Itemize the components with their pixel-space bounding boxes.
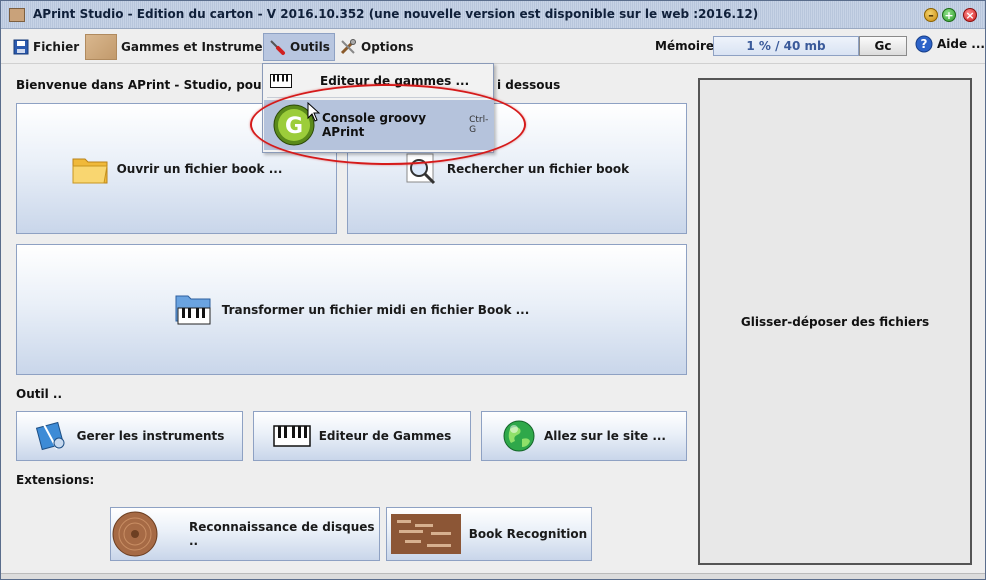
svg-text:G: G bbox=[285, 114, 303, 139]
drop-zone-label: Glisser-déposer des fichiers bbox=[740, 314, 930, 329]
gc-button[interactable]: Gc bbox=[859, 36, 907, 56]
memory-indicator: 1 % / 40 mb bbox=[713, 36, 859, 56]
svg-text:?: ? bbox=[921, 37, 928, 51]
welcome-text-tail: i dessous bbox=[497, 78, 561, 92]
midi-folder-icon bbox=[175, 295, 211, 324]
book-scan-icon bbox=[390, 514, 461, 554]
menu-options[interactable]: Options bbox=[335, 33, 418, 61]
menu-outils[interactable]: Outils bbox=[263, 33, 335, 61]
mouse-cursor-icon bbox=[307, 102, 321, 122]
cardboard-icon bbox=[85, 34, 117, 60]
piano-icon bbox=[272, 425, 311, 447]
globe-icon bbox=[503, 420, 535, 452]
book-recognition-label: Book Recognition bbox=[468, 527, 588, 541]
tools-section-heading: Outil .. bbox=[16, 387, 63, 401]
menu-gammes[interactable]: Gammes et Instruments bbox=[81, 33, 288, 61]
screwdriver-icon bbox=[270, 40, 285, 55]
menu-outils-label: Outils bbox=[290, 40, 330, 54]
menu-fichier-label: Fichier bbox=[33, 40, 80, 54]
scale-editor-button[interactable]: Editeur de Gammes bbox=[253, 411, 471, 461]
search-book-label: Rechercher un fichier book bbox=[446, 161, 630, 176]
floppy-disk-icon bbox=[13, 39, 29, 55]
menuitem-groovy-shortcut: Ctrl-G bbox=[469, 115, 489, 135]
menu-gammes-label: Gammes et Instruments bbox=[121, 40, 284, 54]
folder-icon bbox=[72, 158, 108, 183]
instrument-icon bbox=[35, 421, 65, 451]
close-button[interactable]: × bbox=[963, 8, 977, 22]
tools-icon bbox=[340, 39, 356, 55]
file-drop-zone[interactable]: Glisser-déposer des fichiers bbox=[698, 78, 972, 565]
minimize-button[interactable]: – bbox=[924, 8, 938, 22]
menuitem-groovy-console-label: Console groovy APrint bbox=[322, 111, 427, 139]
piano-small-icon bbox=[270, 74, 292, 88]
outils-dropdown-menu: Editeur de gammes ... G Console groovy A… bbox=[262, 63, 494, 153]
menuitem-groovy-console[interactable]: G Console groovy APrint Ctrl-G bbox=[264, 100, 494, 150]
website-label: Allez sur le site ... bbox=[543, 429, 666, 443]
magnifier-icon bbox=[406, 153, 435, 184]
menu-options-label: Options bbox=[361, 40, 414, 54]
menu-fichier[interactable]: Fichier bbox=[9, 33, 83, 61]
disc-recognition-label: Reconnaissance de disques .. bbox=[189, 520, 375, 548]
disc-icon bbox=[112, 511, 158, 557]
website-button[interactable]: Allez sur le site ... bbox=[481, 411, 687, 461]
midi-to-book-button[interactable]: Transformer un fichier midi en fichier B… bbox=[16, 244, 687, 375]
menu-bar: Fichier Gammes et Instruments Outils Opt… bbox=[1, 30, 985, 64]
menuitem-scale-editor[interactable]: Editeur de gammes ... bbox=[264, 66, 494, 96]
window-title: APrint Studio - Edition du carton - V 20… bbox=[33, 7, 759, 21]
extensions-section-heading: Extensions: bbox=[16, 473, 95, 487]
app-window: APrint Studio - Edition du carton - V 20… bbox=[0, 0, 986, 580]
scale-editor-label: Editeur de Gammes bbox=[318, 429, 452, 443]
title-bar[interactable]: APrint Studio - Edition du carton - V 20… bbox=[1, 1, 985, 29]
app-icon bbox=[9, 8, 25, 22]
help-button[interactable]: ? Aide ... bbox=[915, 35, 985, 53]
midi-to-book-label: Transformer un fichier midi en fichier B… bbox=[221, 302, 530, 317]
manage-instruments-label: Gerer les instruments bbox=[76, 429, 225, 443]
manage-instruments-button[interactable]: Gerer les instruments bbox=[16, 411, 243, 461]
open-book-label: Ouvrir un fichier book ... bbox=[116, 161, 283, 176]
help-icon: ? bbox=[915, 35, 933, 53]
maximize-button[interactable]: + bbox=[942, 8, 956, 22]
disc-recognition-button[interactable]: Reconnaissance de disques .. bbox=[110, 507, 380, 561]
menu-separator bbox=[267, 97, 491, 98]
book-recognition-button[interactable]: Book Recognition bbox=[386, 507, 592, 561]
help-label: Aide ... bbox=[937, 37, 985, 51]
menuitem-scale-editor-label: Editeur de gammes ... bbox=[320, 74, 470, 88]
window-bottom-edge bbox=[1, 573, 985, 579]
